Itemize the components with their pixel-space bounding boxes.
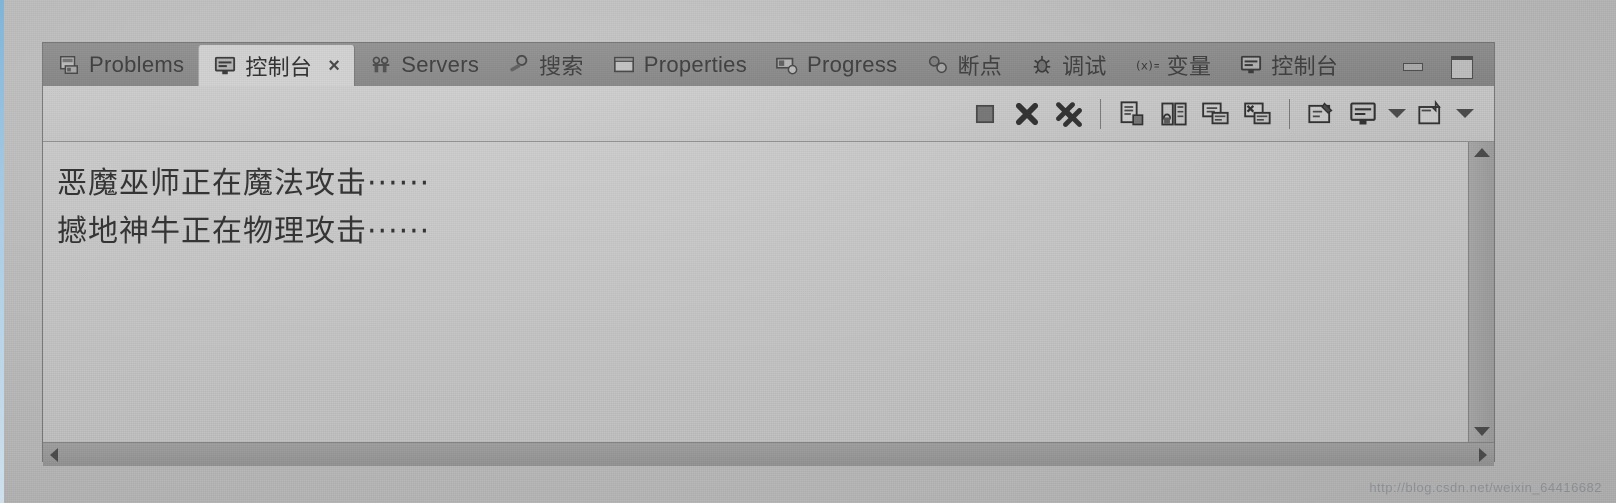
clear-console-icon	[1117, 100, 1147, 128]
console-toolbar	[43, 86, 1494, 142]
pin-console-button[interactable]	[1237, 95, 1279, 133]
pin-console-icon	[1243, 100, 1273, 128]
terminate-button[interactable]	[964, 95, 1006, 133]
scroll-down-arrow-icon[interactable]	[1474, 427, 1490, 436]
progress-icon	[775, 54, 799, 76]
scroll-lock-icon	[1159, 100, 1189, 128]
tab-servers[interactable]: Servers	[355, 43, 493, 86]
clear-console-button[interactable]	[1111, 95, 1153, 133]
tab-variables[interactable]: (x)= 变量	[1121, 43, 1226, 86]
word-wrap-icon	[1306, 100, 1336, 128]
scroll-lock-button[interactable]	[1153, 95, 1195, 133]
remove-x-icon	[1012, 100, 1042, 128]
scroll-right-arrow-icon[interactable]	[1479, 448, 1487, 462]
tab-label: Properties	[643, 51, 748, 77]
page-left-edge	[0, 0, 4, 503]
tab-label: 变量	[1166, 54, 1212, 80]
tab-console-active[interactable]: 控制台 ×	[198, 45, 356, 86]
tab-label: Servers	[401, 51, 480, 77]
tab-properties[interactable]: Properties	[598, 43, 761, 86]
svg-text:(x)=: (x)=	[1136, 58, 1159, 72]
remove-all-launches-button[interactable]	[1048, 95, 1090, 133]
console-icon	[1239, 54, 1263, 76]
tab-search[interactable]: 搜索	[493, 43, 598, 86]
open-console-button[interactable]	[1410, 95, 1452, 133]
tab-console-secondary[interactable]: 控制台	[1225, 43, 1352, 86]
problems-icon	[57, 54, 81, 76]
display-selected-console-dropdown[interactable]	[1384, 95, 1410, 133]
console-line: 撼地神牛正在物理攻击······	[57, 214, 431, 249]
tab-progress[interactable]: Progress	[761, 43, 911, 86]
view-tab-strip: Problems 控制台 × Servers 搜索 Properties Pro…	[43, 42, 1494, 86]
console-view-panel: Problems 控制台 × Servers 搜索 Properties Pro…	[42, 42, 1495, 466]
tab-debug[interactable]: 调试	[1016, 43, 1121, 86]
tab-label: 搜索	[539, 54, 584, 80]
properties-icon	[612, 54, 636, 76]
variables-icon: (x)=	[1135, 54, 1159, 76]
scroll-left-arrow-icon[interactable]	[50, 448, 58, 462]
scroll-up-arrow-icon[interactable]	[1474, 148, 1490, 157]
minimize-icon[interactable]	[1400, 54, 1426, 76]
display-console-icon	[1348, 100, 1378, 128]
tab-label: Progress	[807, 51, 898, 77]
show-console-icon	[1201, 100, 1231, 128]
toolbar-separator-2	[1289, 98, 1290, 129]
remove-launch-button[interactable]	[1006, 95, 1048, 133]
stop-square-icon	[970, 100, 1000, 128]
word-wrap-button[interactable]	[1300, 95, 1342, 133]
vertical-scrollbar[interactable]	[1468, 142, 1494, 442]
console-text-content[interactable]: 恶魔巫师正在魔法攻击······ 撼地神牛正在物理攻击······	[43, 142, 1468, 442]
open-console-dropdown[interactable]	[1452, 95, 1478, 133]
maximize-icon[interactable]	[1448, 54, 1474, 79]
debug-icon	[1030, 54, 1054, 76]
breakpoints-icon	[925, 54, 949, 76]
tab-breakpoints[interactable]: 断点	[911, 43, 1016, 86]
tab-label: 断点	[957, 54, 1003, 80]
watermark-text: http://blog.csdn.net/weixin_64416682	[1369, 480, 1602, 495]
remove-all-xx-icon	[1054, 100, 1084, 128]
console-output-area[interactable]: 恶魔巫师正在魔法攻击······ 撼地神牛正在物理攻击······	[43, 142, 1494, 442]
tab-label: 控制台	[245, 55, 313, 81]
tab-label: 控制台	[1271, 54, 1339, 80]
toolbar-separator-1	[1100, 98, 1101, 129]
tab-problems[interactable]: Problems	[43, 43, 198, 86]
console-line: 恶魔巫师正在魔法攻击······	[57, 166, 431, 201]
search-icon	[507, 54, 531, 76]
close-icon[interactable]: ×	[328, 56, 340, 76]
view-window-buttons	[1370, 43, 1494, 86]
tab-label: 调试	[1062, 54, 1107, 80]
console-icon	[213, 55, 237, 77]
show-console-button[interactable]	[1195, 95, 1237, 133]
display-selected-console-button[interactable]	[1342, 95, 1384, 133]
servers-icon	[369, 54, 393, 76]
open-console-icon	[1416, 99, 1446, 128]
tab-label: Problems	[89, 51, 185, 77]
horizontal-scrollbar[interactable]	[43, 442, 1494, 466]
